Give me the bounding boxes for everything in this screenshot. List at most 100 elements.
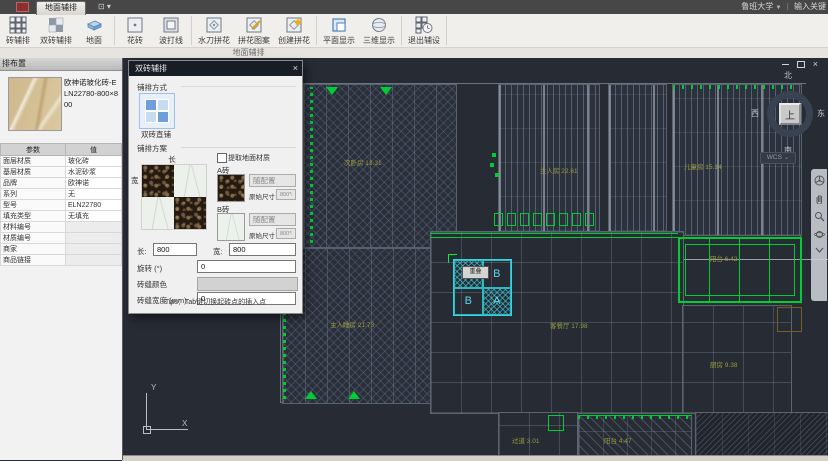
title-bar: 地面辅排 ⊡ ▾ 鲁班大学 ▼ | 输入关键	[0, 0, 828, 14]
length-input[interactable]	[153, 243, 197, 256]
material-panel: 排布置 欧神诺玻化砖-ELN22780-800×800 参数 值 面层材质玻化砖…	[0, 57, 123, 460]
wcs-badge[interactable]: WCS ⌄	[760, 152, 796, 164]
tile-b-thumbnail[interactable]	[217, 213, 245, 241]
value-cell: 无填充	[66, 211, 122, 222]
value-cell: 玻化砖	[66, 156, 122, 167]
restore-icon[interactable]	[797, 61, 805, 68]
table-row[interactable]: 型号ELN22780	[1, 200, 122, 211]
width-input[interactable]	[229, 243, 296, 256]
tile-cell-hatched[interactable]: 重叠	[454, 260, 483, 288]
chevron-down-icon[interactable]	[815, 247, 824, 253]
tile-a-thumbnail[interactable]	[217, 174, 245, 202]
table-row[interactable]: 材质编号	[1, 233, 122, 244]
room-planks-small[interactable]	[608, 84, 667, 232]
table-row[interactable]: 系列无	[1, 189, 122, 200]
button-plan-view[interactable]: 平面显示	[319, 14, 359, 46]
preview-tile-a	[174, 197, 206, 229]
dialog-close-icon[interactable]: ×	[293, 61, 298, 76]
button-label: 砖辅排	[6, 35, 30, 46]
balcony-divider	[709, 239, 710, 301]
table-row[interactable]: 基层材质水泥砂浆	[1, 167, 122, 178]
room-label: 厨房 9.38	[710, 359, 737, 369]
placement-tooltip: 重叠	[462, 266, 489, 279]
button-border-line[interactable]: 波打线	[153, 14, 189, 46]
ucs-origin-box	[143, 426, 151, 434]
rotate-input[interactable]	[197, 260, 296, 273]
tile-cell-b[interactable]: B	[454, 288, 483, 316]
value-cell	[66, 233, 122, 244]
app-icon[interactable]	[16, 2, 29, 12]
close-icon[interactable]: ×	[813, 60, 818, 68]
accent-tile-icon	[126, 16, 144, 34]
room-corridor-grid[interactable]	[498, 412, 578, 455]
compass-east[interactable]: 东	[817, 108, 825, 119]
button-label: 地面	[86, 35, 102, 46]
green-zigzag-edge	[310, 87, 313, 243]
gap-color-swatch[interactable]	[197, 277, 298, 291]
param-cell: 面层材质	[1, 156, 66, 167]
scheme-preview	[141, 164, 207, 230]
button-parquet-pattern[interactable]: 拼花图案	[234, 14, 274, 46]
material-panel-title[interactable]: 排布置	[0, 57, 122, 71]
room-dark-hatch[interactable]	[695, 412, 828, 455]
button-tile-paving[interactable]: 砖辅排	[0, 14, 36, 46]
table-row[interactable]: 品牌欧神诺	[1, 178, 122, 189]
button-create-parquet[interactable]: 创建拼花	[274, 14, 314, 46]
button-waterjet-parquet[interactable]: 水刀拼花	[194, 14, 234, 46]
account-menu[interactable]: 鲁班大学	[741, 2, 773, 11]
button-label: 平面显示	[323, 35, 355, 46]
method-option-two-tile-straight[interactable]	[139, 93, 175, 129]
table-row[interactable]: 商品链接	[1, 255, 122, 266]
navigation-bar[interactable]	[811, 169, 827, 301]
orbit-icon[interactable]	[814, 229, 825, 240]
button-floor[interactable]: 地面	[76, 14, 112, 46]
button-3d-view[interactable]: 三维显示	[359, 14, 399, 46]
room-label: 主人睡房 21.73	[330, 319, 374, 329]
value-cell: ELN22780	[66, 200, 122, 211]
green-triangle-marker	[305, 391, 317, 399]
room-label: 过道 3.01	[512, 435, 539, 445]
button-label: 水刀拼花	[198, 35, 230, 46]
button-label: 波打线	[159, 35, 183, 46]
button-two-tile-paving[interactable]: 双砖辅排	[36, 14, 76, 46]
room-master-planks[interactable]	[498, 84, 600, 232]
tile-b-config-field	[249, 213, 296, 226]
button-exit-paving[interactable]: 退出辅设	[404, 14, 444, 46]
minimize-icon[interactable]	[782, 64, 789, 65]
balcony-divider	[739, 239, 740, 301]
green-triangle-marker	[326, 87, 338, 95]
value-cell	[66, 244, 122, 255]
green-wall-line	[430, 233, 678, 234]
quick-access-toolbar[interactable]: ⊡ ▾	[98, 2, 111, 11]
room-label: 客餐厅 17.98	[550, 320, 588, 330]
section-divider	[181, 86, 296, 87]
material-thumbnail[interactable]	[8, 77, 62, 131]
pan-hand-icon[interactable]	[814, 193, 825, 204]
border-line-icon	[162, 16, 180, 34]
compass-west[interactable]: 西	[751, 108, 759, 119]
header-value: 值	[66, 144, 122, 156]
room-balcony-diagonal[interactable]	[578, 415, 692, 455]
tile-placement-block[interactable]: 重叠 B B A	[453, 259, 512, 316]
table-row[interactable]: 材料编号	[1, 222, 122, 233]
dialog-tips: Tips：Tab键切换起砖点的插入点	[129, 297, 302, 307]
tab-floor-paving[interactable]: 地面辅排	[36, 1, 86, 15]
table-row[interactable]: 面层材质玻化砖	[1, 156, 122, 167]
value-cell	[66, 222, 122, 233]
green-marker-dot	[495, 173, 499, 177]
room-balcony-green[interactable]	[678, 237, 802, 303]
zoom-icon[interactable]	[814, 211, 825, 222]
compass-north[interactable]: 北	[784, 70, 792, 81]
button-accent-tile[interactable]: 花砖	[117, 14, 153, 46]
search-input[interactable]: 输入关键	[794, 2, 826, 11]
extract-floor-material-checkbox[interactable]	[217, 153, 227, 163]
tile-cell-a[interactable]: A	[483, 288, 512, 316]
viewcube-top-face[interactable]: 上	[779, 103, 801, 125]
chevron-down-icon[interactable]: ▼	[776, 5, 782, 11]
steering-wheel-icon[interactable]	[814, 175, 825, 186]
ribbon-group-spacer	[497, 47, 828, 58]
table-row[interactable]: 商家	[1, 244, 122, 255]
table-row[interactable]: 填充类型无填充	[1, 211, 122, 222]
value-cell: 欧神诺	[66, 178, 122, 189]
dialog-title[interactable]: 双砖辅排	[129, 61, 302, 76]
